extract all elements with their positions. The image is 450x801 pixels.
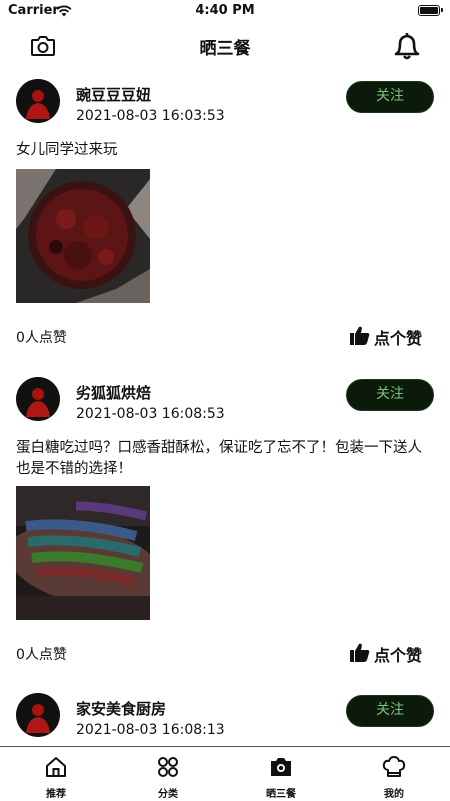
bell-icon[interactable] xyxy=(394,31,420,61)
post-time: 2021-08-03 16:08:13 xyxy=(76,722,225,738)
post-card: 豌豆豆豆妞 2021-08-03 16:03:53 关注 女儿同学过来玩 0人点… xyxy=(0,68,450,366)
camera-icon xyxy=(271,758,291,776)
post-time: 2021-08-03 16:03:53 xyxy=(76,108,225,124)
nav-bar: 晒三餐 xyxy=(0,24,450,68)
follow-button[interactable]: 关注 xyxy=(346,379,434,411)
tab-label: 分类 xyxy=(158,789,178,800)
avatar[interactable] xyxy=(16,693,60,737)
tab-label: 我的 xyxy=(384,789,404,800)
feed-list[interactable]: 豌豆豆豆妞 2021-08-03 16:03:53 关注 女儿同学过来玩 0人点… xyxy=(0,68,450,746)
tab-share-meals[interactable]: 晒三餐 xyxy=(225,747,337,801)
tab-label: 晒三餐 xyxy=(266,789,296,800)
like-button[interactable]: 点个赞 xyxy=(350,325,430,348)
like-label: 点个赞 xyxy=(374,329,423,348)
follow-button[interactable]: 关注 xyxy=(346,695,434,727)
post-username[interactable]: 劣狐狐烘焙 xyxy=(76,382,151,403)
post-time: 2021-08-03 16:08:53 xyxy=(76,406,225,422)
status-bar: Carrier 4:40 PM xyxy=(0,0,450,24)
tab-mine[interactable]: 我的 xyxy=(338,747,450,801)
battery-icon xyxy=(418,5,443,16)
page-title: 晒三餐 xyxy=(199,39,251,59)
post-card: 家安美食厨房 2021-08-03 16:08:13 关注 xyxy=(0,682,450,746)
chef-hat-icon xyxy=(382,756,406,777)
home-icon xyxy=(46,757,66,777)
like-count: 0人点赞 xyxy=(16,330,67,346)
avatar[interactable] xyxy=(16,377,60,421)
thumbs-up-icon xyxy=(350,326,370,345)
status-time: 4:40 PM xyxy=(195,3,255,18)
tab-recommend[interactable]: 推荐 xyxy=(0,747,112,801)
category-icon xyxy=(158,757,178,777)
avatar[interactable] xyxy=(16,79,60,123)
post-username[interactable]: 家安美食厨房 xyxy=(76,698,166,719)
post-username[interactable]: 豌豆豆豆妞 xyxy=(76,84,151,105)
thumbs-up-icon xyxy=(350,643,370,662)
like-button[interactable]: 点个赞 xyxy=(350,642,430,665)
follow-button[interactable]: 关注 xyxy=(346,81,434,113)
post-card: 劣狐狐烘焙 2021-08-03 16:08:53 关注 蛋白糖吃过吗？口感香甜… xyxy=(0,366,450,682)
post-text: 蛋白糖吃过吗？口感香甜酥松，保证吃了忘不了！包装一下送人也是不错的选择！ xyxy=(16,440,422,477)
tab-label: 推荐 xyxy=(46,789,66,800)
tab-bar: 推荐 分类 晒三餐 我的 xyxy=(0,746,450,801)
like-count: 0人点赞 xyxy=(16,647,67,663)
like-label: 点个赞 xyxy=(374,646,423,665)
post-image[interactable] xyxy=(16,169,150,303)
post-text: 女儿同学过来玩 xyxy=(16,142,118,158)
post-image[interactable] xyxy=(16,486,150,620)
tab-category[interactable]: 分类 xyxy=(112,747,224,801)
